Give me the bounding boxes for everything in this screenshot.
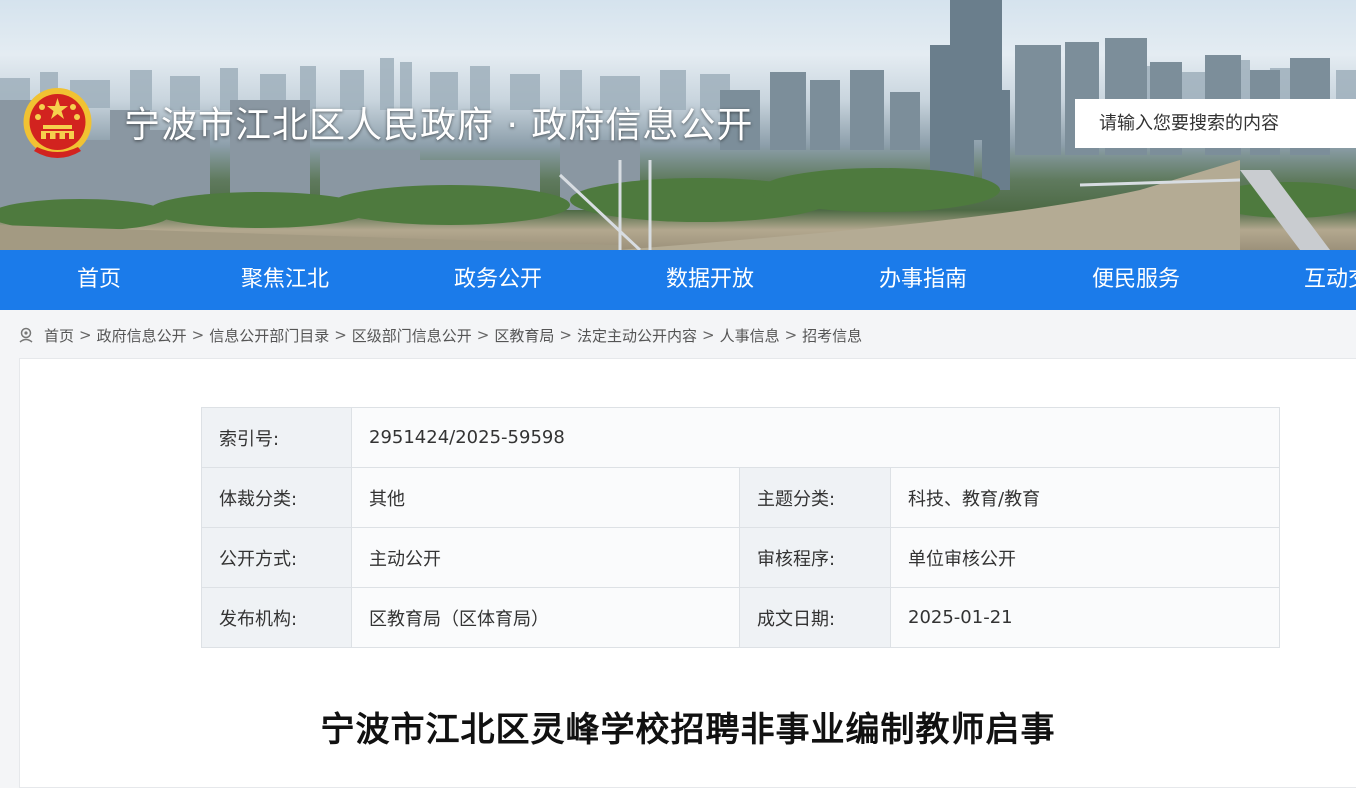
breadcrumb-statutory-content[interactable]: 法定主动公开内容 — [577, 325, 697, 346]
org-label: 发布机构: — [201, 587, 352, 648]
breadcrumb-education-bureau[interactable]: 区教育局 — [494, 325, 554, 346]
topic-value: 科技、教育/教育 — [890, 467, 1280, 528]
table-row: 索引号: 2951424/2025-59598 — [201, 407, 1280, 468]
location-pin-icon — [19, 327, 33, 343]
index-label: 索引号: — [201, 407, 352, 468]
table-row: 发布机构: 区教育局（区体育局） 成文日期: 2025-01-21 — [201, 587, 1280, 648]
national-emblem-icon — [23, 88, 92, 158]
search-input[interactable] — [1075, 99, 1356, 148]
method-value: 主动公开 — [351, 527, 740, 588]
genre-value: 其他 — [351, 467, 740, 528]
breadcrumb-district-dept[interactable]: 区级部门信息公开 — [352, 325, 472, 346]
breadcrumb-separator: > — [191, 326, 205, 344]
site-title: 宁波市江北区人民政府 · 政府信息公开 — [124, 105, 754, 146]
review-label: 审核程序: — [739, 527, 891, 588]
breadcrumb-recruitment-info[interactable]: 招考信息 — [802, 325, 862, 346]
breadcrumb-separator: > — [334, 326, 347, 344]
breadcrumb-personnel-info[interactable]: 人事信息 — [720, 325, 780, 346]
nav-item-services[interactable]: 便民服务 — [1092, 250, 1180, 310]
table-row: 公开方式: 主动公开 审核程序: 单位审核公开 — [201, 527, 1280, 588]
index-value: 2951424/2025-59598 — [351, 407, 1280, 468]
table-row: 体裁分类: 其他 主题分类: 科技、教育/教育 — [201, 467, 1280, 528]
nav-item-interact[interactable]: 互动交流 — [1304, 250, 1356, 310]
breadcrumb-home[interactable]: 首页 — [44, 325, 74, 346]
breadcrumb-separator: > — [784, 326, 798, 344]
breadcrumb-separator: > — [476, 326, 490, 344]
topic-label: 主题分类: — [739, 467, 891, 528]
nav-item-focus[interactable]: 聚焦江北 — [241, 250, 329, 310]
breadcrumb-separator: > — [79, 326, 92, 344]
breadcrumb-dept-directory[interactable]: 信息公开部门目录 — [209, 325, 329, 346]
header-banner: 宁波市江北区人民政府 · 政府信息公开 — [0, 0, 1356, 250]
date-value: 2025-01-21 — [890, 587, 1280, 648]
metadata-table: 索引号: 2951424/2025-59598 体裁分类: 其他 主题分类: 科… — [201, 407, 1280, 648]
nav-item-guide[interactable]: 办事指南 — [879, 250, 967, 310]
breadcrumb-separator: > — [701, 326, 715, 344]
method-label: 公开方式: — [201, 527, 352, 588]
breadcrumb: 首页 > 政府信息公开 > 信息公开部门目录 > 区级部门信息公开 > 区教育局… — [18, 323, 862, 347]
breadcrumb-gov-info[interactable]: 政府信息公开 — [97, 325, 187, 346]
main-nav: 首页 聚焦江北 政务公开 数据开放 办事指南 便民服务 互动交流 — [0, 250, 1356, 310]
nav-item-open-data[interactable]: 数据开放 — [666, 250, 754, 310]
nav-item-gov-open[interactable]: 政务公开 — [454, 250, 542, 310]
review-value: 单位审核公开 — [890, 527, 1280, 588]
content-panel: 索引号: 2951424/2025-59598 体裁分类: 其他 主题分类: 科… — [19, 358, 1356, 788]
nav-item-home[interactable]: 首页 — [77, 250, 121, 310]
org-value: 区教育局（区体育局） — [351, 587, 740, 648]
article-title: 宁波市江北区灵峰学校招聘非事业编制教师启事 — [320, 710, 1056, 750]
genre-label: 体裁分类: — [201, 467, 352, 528]
breadcrumb-separator: > — [559, 326, 572, 344]
date-label: 成文日期: — [739, 587, 891, 648]
